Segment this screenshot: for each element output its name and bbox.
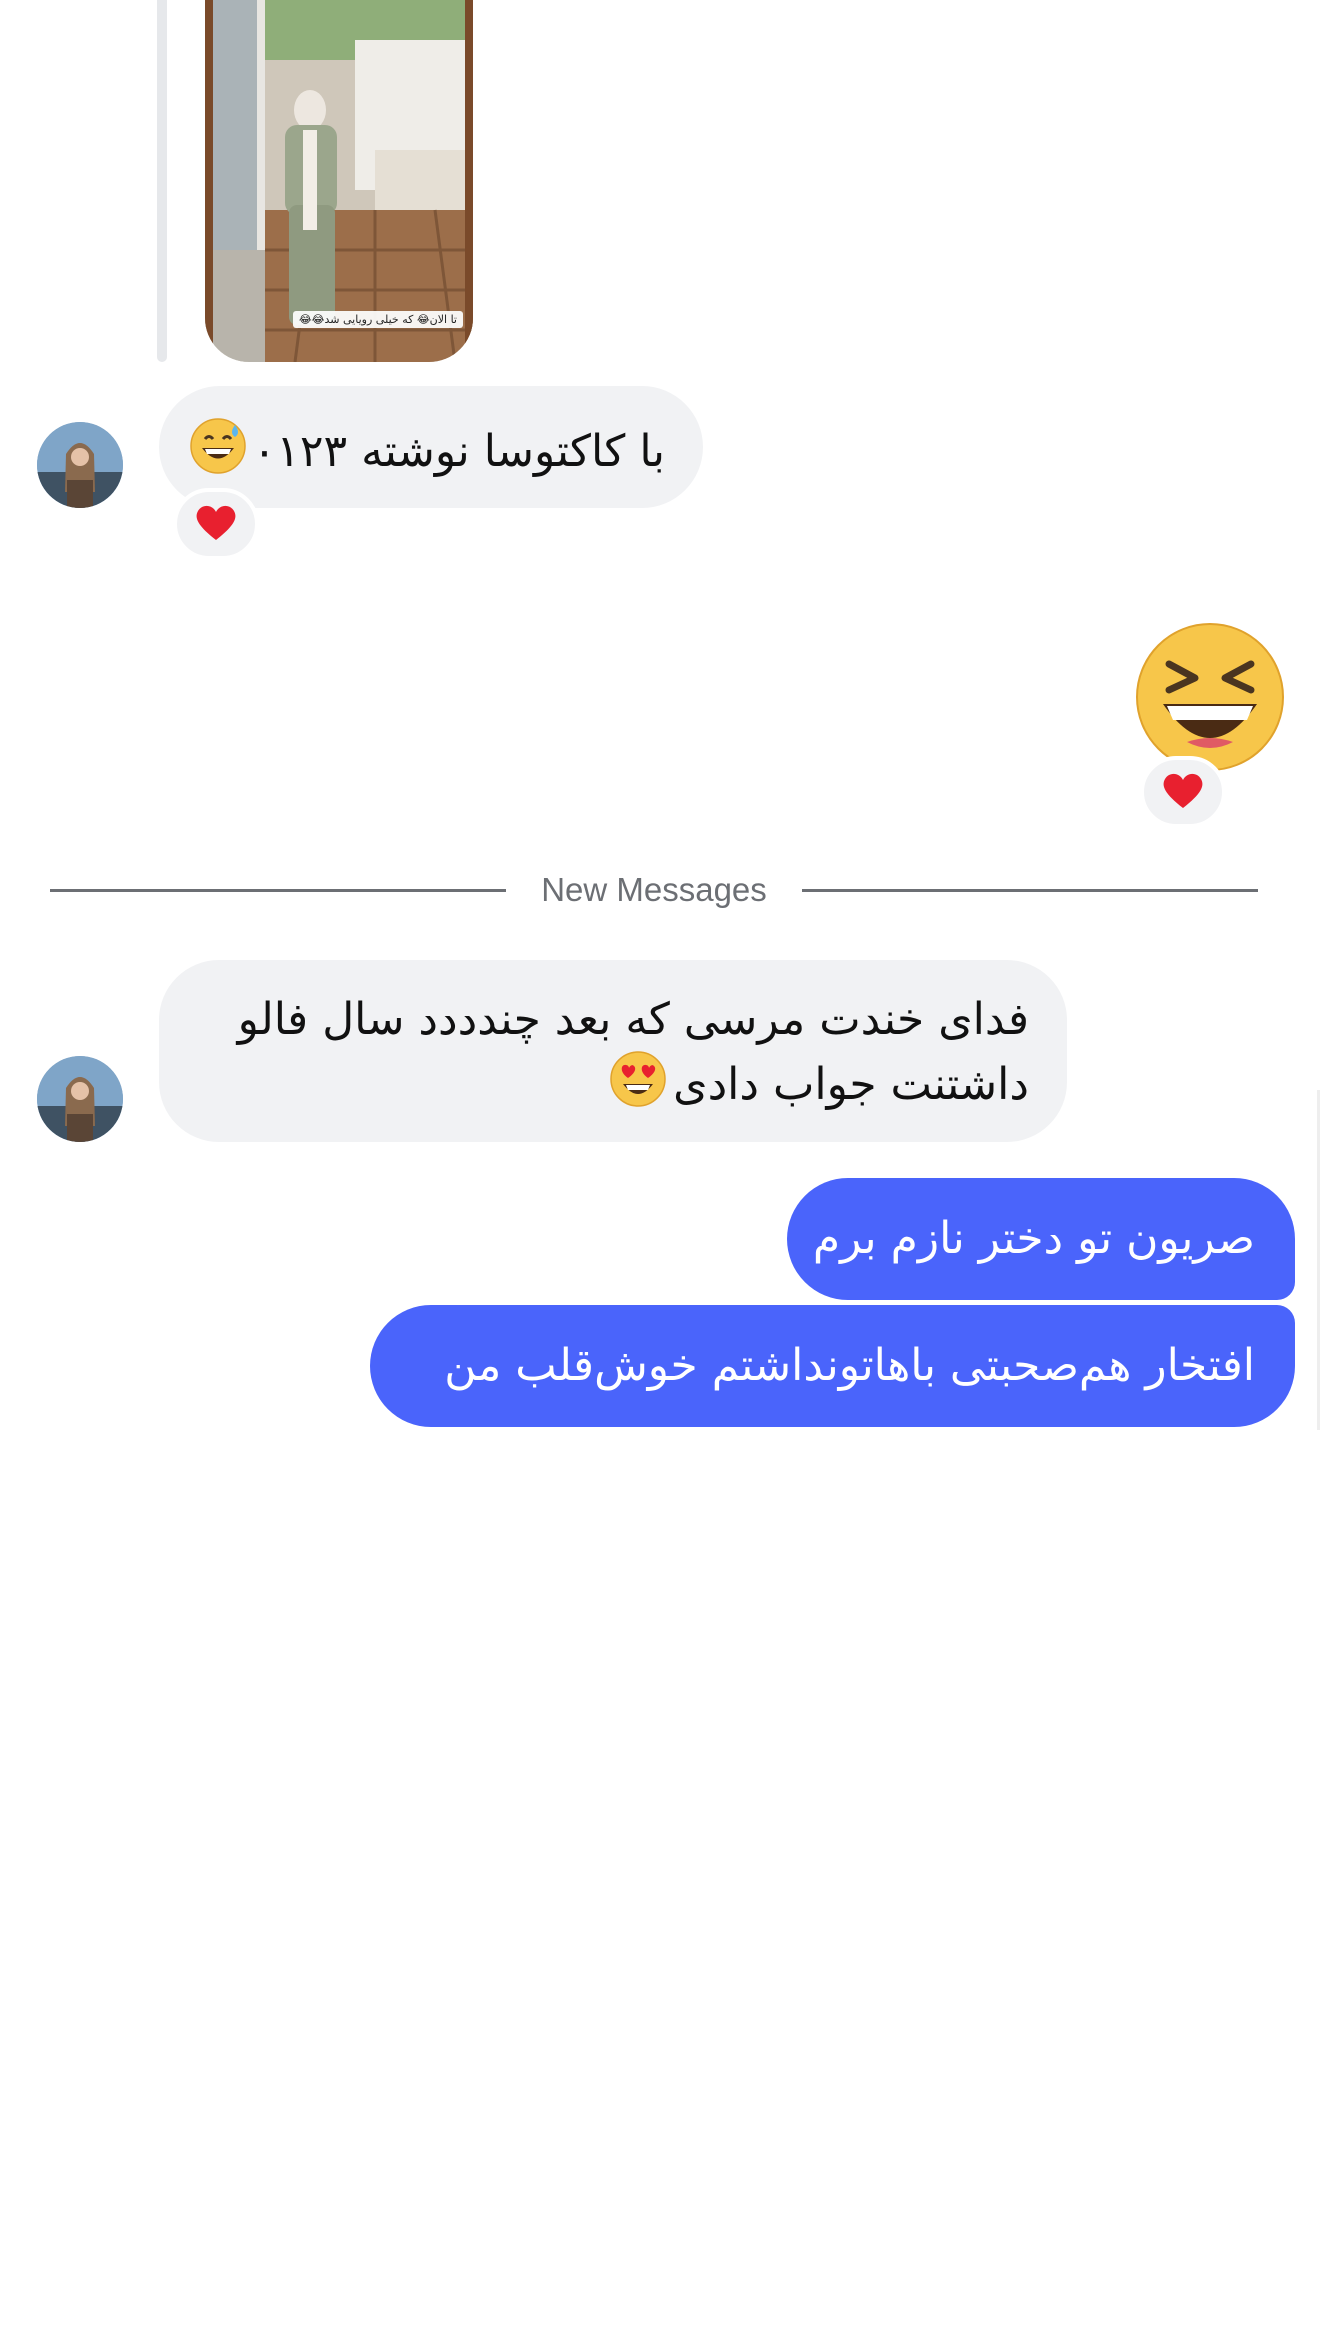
message-bubble-outgoing[interactable]: صریون تو دختر نازم برم xyxy=(787,1178,1295,1300)
message-bubble-incoming[interactable]: با کاکتوسا نوشته ۰۱۲۳ xyxy=(159,386,703,508)
message-text-line-2-text: داشتنت جواب دادی xyxy=(673,1059,1029,1110)
message-text-line-1: فدای خندت مرسی که بعد چندددد سال فالو xyxy=(237,994,1029,1045)
message-reaction[interactable] xyxy=(173,488,259,560)
grinning-face-with-sweat-icon xyxy=(189,417,247,491)
message-big-emoji[interactable] xyxy=(1135,622,1285,772)
message-text: صریون تو دختر نازم برم xyxy=(812,1213,1255,1264)
message-text: افتخار هم‌صحبتی باهاتونداشتم خوش‌قلب من xyxy=(444,1340,1255,1391)
story-caption: تا الان😂 که خیلی رویایی شد😂😂 xyxy=(292,311,463,328)
message-bubble-outgoing[interactable]: افتخار هم‌صحبتی باهاتونداشتم خوش‌قلب من xyxy=(370,1305,1295,1427)
divider-label: New Messages xyxy=(541,871,767,908)
red-heart-icon xyxy=(1161,770,1205,814)
message-text: با کاکتوسا نوشته ۰۱۲۳ xyxy=(252,426,665,477)
story-reply-thumbnail[interactable]: تا الان😂 که خیلی رویایی شد😂😂 xyxy=(205,0,473,362)
new-messages-divider: New Messages xyxy=(50,868,1258,912)
smiling-face-with-heart-eyes-icon xyxy=(609,1050,667,1124)
avatar[interactable] xyxy=(37,1056,123,1142)
message-reaction[interactable] xyxy=(1140,756,1226,828)
red-heart-icon xyxy=(194,502,238,546)
message-bubble-incoming[interactable]: فدای خندت مرسی که بعد چندددد سال فالو دا… xyxy=(159,960,1067,1142)
avatar[interactable] xyxy=(37,422,123,508)
story-image xyxy=(205,0,473,362)
message-text-line-2: داشتنت جواب دادی xyxy=(197,1050,1029,1124)
reply-quote-bar xyxy=(157,0,167,362)
